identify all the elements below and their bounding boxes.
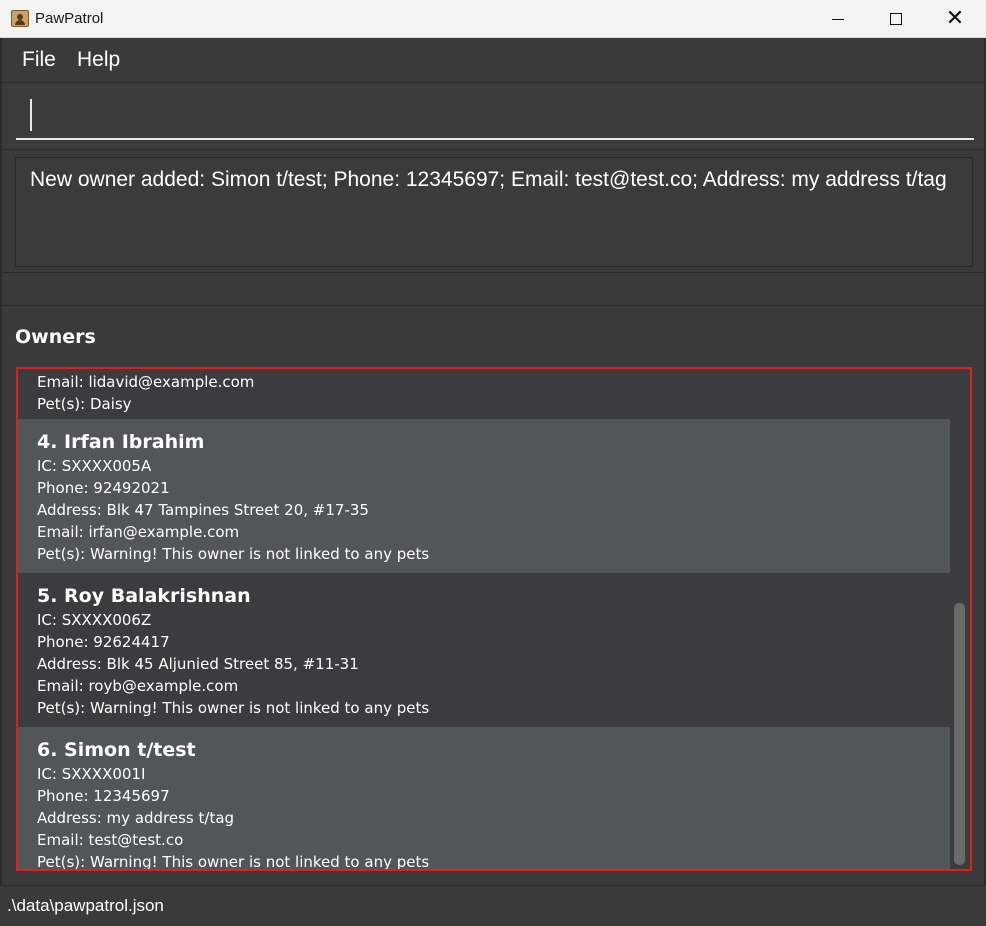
owner-card[interactable]: 4. Irfan Ibrahim IC: SXXXX005A Phone: 92… <box>18 419 952 573</box>
owner-email: Email: test@test.co <box>37 831 184 849</box>
owner-address: Address: my address t/tag <box>37 809 235 827</box>
owner-ic: IC: SXXXX006Z <box>37 611 152 629</box>
owner-address: Address: Blk 47 Tampines Street 20, #17-… <box>37 501 369 519</box>
owners-heading: Owners <box>15 326 96 348</box>
menu-file[interactable]: File <box>22 48 56 72</box>
close-button[interactable]: ✕ <box>926 0 984 38</box>
text-caret <box>30 99 32 131</box>
owner-list-scrollbar[interactable] <box>950 369 968 869</box>
owner-phone: Phone: 92624417 <box>37 633 170 651</box>
owner-card[interactable]: 6. Simon t/test IC: SXXXX001I Phone: 123… <box>18 727 952 871</box>
save-file-path: .\data\pawpatrol.json <box>7 896 164 915</box>
owner-card-partial[interactable]: Email: lidavid@example.com Pet(s): Daisy <box>18 369 952 419</box>
close-icon: ✕ <box>945 6 965 31</box>
owner-ic: IC: SXXXX001I <box>37 765 146 783</box>
owner-address: Address: Blk 45 Aljunied Street 85, #11-… <box>37 655 359 673</box>
owner-name: 4. Irfan Ibrahim <box>37 431 205 453</box>
minimize-icon <box>832 18 844 20</box>
owner-card[interactable]: 5. Roy Balakrishnan IC: SXXXX006Z Phone:… <box>18 573 952 727</box>
result-display-panel: New owner added: Simon t/test; Phone: 12… <box>2 149 984 273</box>
result-display: New owner added: Simon t/test; Phone: 12… <box>15 157 973 267</box>
maximize-icon <box>890 13 902 25</box>
scrollbar-thumb[interactable] <box>954 603 965 865</box>
title-bar: PawPatrol ✕ <box>0 0 986 38</box>
status-bar: .\data\pawpatrol.json <box>0 885 986 926</box>
owner-name: 6. Simon t/test <box>37 739 196 761</box>
menu-bar: File Help <box>2 39 984 83</box>
owner-name: 5. Roy Balakrishnan <box>37 585 251 607</box>
app-icon <box>11 10 29 27</box>
result-message: New owner added: Simon t/test; Phone: 12… <box>30 168 947 191</box>
command-box <box>2 84 984 148</box>
owner-phone: Phone: 92492021 <box>37 479 170 497</box>
owner-email: Email: lidavid@example.com <box>37 373 255 391</box>
owner-phone: Phone: 12345697 <box>37 787 170 805</box>
owner-list-content: Email: lidavid@example.com Pet(s): Daisy… <box>18 369 952 871</box>
command-input[interactable] <box>16 94 974 140</box>
window-title: PawPatrol <box>35 10 104 27</box>
divider-band <box>2 273 984 306</box>
owner-ic: IC: SXXXX005A <box>37 457 152 475</box>
menu-help[interactable]: Help <box>77 48 120 72</box>
owner-email: Email: royb@example.com <box>37 677 239 695</box>
owner-pets: Pet(s): Warning! This owner is not linke… <box>37 545 430 563</box>
owner-email: Email: irfan@example.com <box>37 523 240 541</box>
owner-list[interactable]: Email: lidavid@example.com Pet(s): Daisy… <box>16 367 972 871</box>
owner-pets: Pet(s): Warning! This owner is not linke… <box>37 853 430 871</box>
owner-pets: Pet(s): Daisy <box>37 395 132 413</box>
maximize-button[interactable] <box>867 0 925 38</box>
minimize-button[interactable] <box>809 0 867 38</box>
owner-pets: Pet(s): Warning! This owner is not linke… <box>37 699 430 717</box>
owners-panel: Owners Email: lidavid@example.com Pet(s)… <box>2 307 984 884</box>
